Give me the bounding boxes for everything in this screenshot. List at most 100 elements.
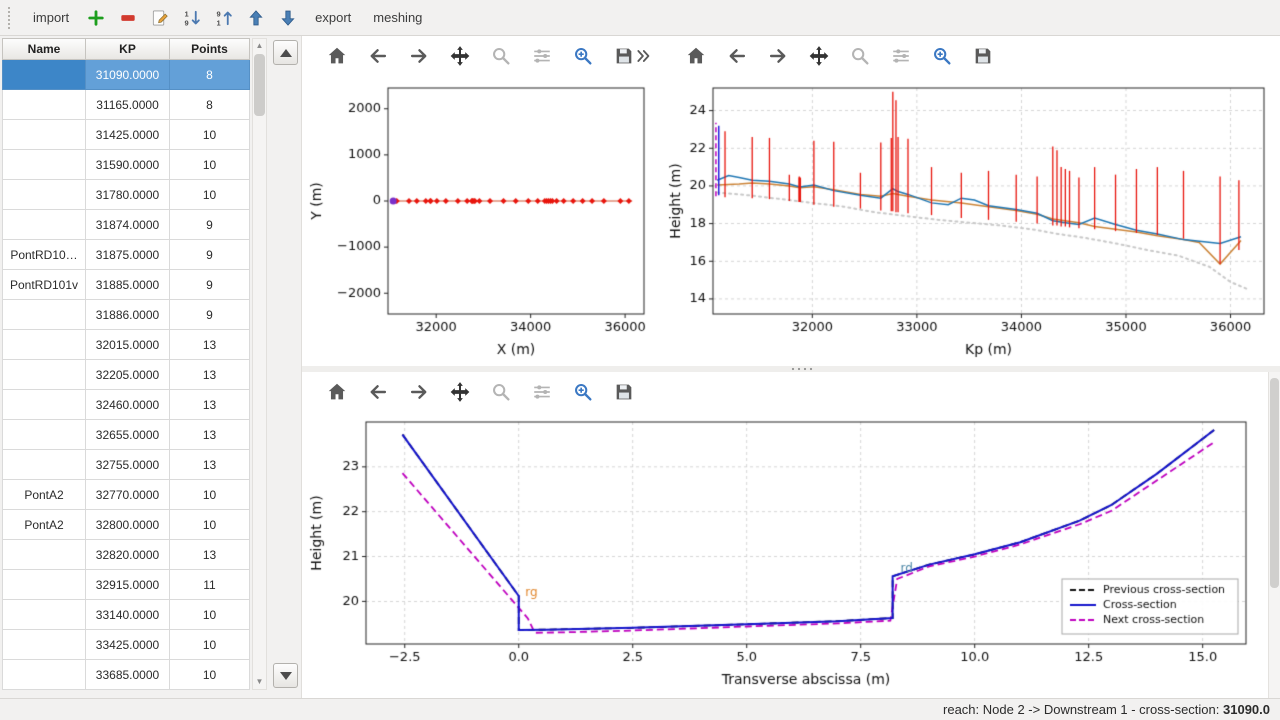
back-button[interactable] — [365, 379, 391, 405]
table-row[interactable]: 32205.000013 — [2, 360, 250, 390]
forward-button[interactable] — [406, 379, 432, 405]
cell-name[interactable] — [2, 330, 86, 360]
cell-points[interactable]: 10 — [170, 150, 250, 180]
table-row[interactable]: 31425.000010 — [2, 120, 250, 150]
customize-button[interactable] — [929, 43, 955, 69]
table-row[interactable]: PontA232770.000010 — [2, 480, 250, 510]
cell-name[interactable] — [2, 210, 86, 240]
table-row[interactable]: 32915.000011 — [2, 570, 250, 600]
cell-kp[interactable]: 32820.0000 — [86, 540, 170, 570]
move-up-button[interactable] — [241, 4, 271, 32]
zoom-button[interactable] — [488, 379, 514, 405]
table-scrollbar[interactable]: ▲ ▼ — [252, 38, 267, 690]
cell-kp[interactable]: 31090.0000 — [86, 60, 170, 90]
cell-kp[interactable]: 31885.0000 — [86, 270, 170, 300]
table-row[interactable]: 33140.000010 — [2, 600, 250, 630]
cell-kp[interactable]: 32755.0000 — [86, 450, 170, 480]
table-row[interactable]: PontRD101v31885.00009 — [2, 270, 250, 300]
cell-name[interactable] — [2, 90, 86, 120]
menu-export[interactable]: export — [305, 5, 361, 30]
save-button[interactable] — [611, 379, 637, 405]
cell-kp[interactable]: 32460.0000 — [86, 390, 170, 420]
pan-button[interactable] — [447, 379, 473, 405]
cell-points[interactable]: 10 — [170, 510, 250, 540]
forward-button[interactable] — [765, 43, 791, 69]
scrollbar-thumb[interactable] — [1270, 378, 1279, 588]
cell-points[interactable]: 11 — [170, 570, 250, 600]
cell-points[interactable]: 9 — [170, 270, 250, 300]
cross-section-plot[interactable] — [304, 412, 1264, 696]
cell-points[interactable]: 10 — [170, 660, 250, 690]
cell-points[interactable]: 10 — [170, 180, 250, 210]
cell-points[interactable]: 13 — [170, 390, 250, 420]
back-button[interactable] — [365, 43, 391, 69]
edit-cross-section-button[interactable] — [145, 4, 175, 32]
back-button[interactable] — [724, 43, 750, 69]
scroll-up-button[interactable]: ▲ — [253, 39, 266, 53]
cell-points[interactable]: 9 — [170, 240, 250, 270]
next-cross-section-button[interactable] — [273, 663, 298, 688]
toolbar-overflow-button[interactable] — [629, 43, 655, 69]
menu-import[interactable]: import — [23, 5, 79, 30]
toolbar-grip[interactable] — [8, 7, 13, 29]
cell-kp[interactable]: 32770.0000 — [86, 480, 170, 510]
pan-button[interactable] — [447, 43, 473, 69]
cell-name[interactable] — [2, 450, 86, 480]
plan-view-plot[interactable] — [304, 76, 656, 364]
table-row[interactable]: 32015.000013 — [2, 330, 250, 360]
profile-plot[interactable] — [663, 76, 1278, 364]
cell-points[interactable]: 13 — [170, 540, 250, 570]
table-row[interactable]: PontA232800.000010 — [2, 510, 250, 540]
cell-points[interactable]: 13 — [170, 450, 250, 480]
cell-points[interactable]: 9 — [170, 210, 250, 240]
table-row[interactable]: 33685.000010 — [2, 660, 250, 690]
table-row[interactable]: 32460.000013 — [2, 390, 250, 420]
subplots-button[interactable] — [888, 43, 914, 69]
table-row[interactable]: 32655.000013 — [2, 420, 250, 450]
cell-kp[interactable]: 32015.0000 — [86, 330, 170, 360]
cell-name[interactable] — [2, 660, 86, 690]
cell-kp[interactable]: 31165.0000 — [86, 90, 170, 120]
zoom-button[interactable] — [847, 43, 873, 69]
cell-name[interactable] — [2, 540, 86, 570]
table-row[interactable]: PontRD10…31875.00009 — [2, 240, 250, 270]
cell-points[interactable]: 10 — [170, 600, 250, 630]
forward-button[interactable] — [406, 43, 432, 69]
table-row[interactable]: 31874.00009 — [2, 210, 250, 240]
cell-kp[interactable]: 31780.0000 — [86, 180, 170, 210]
move-down-button[interactable] — [273, 4, 303, 32]
home-button[interactable] — [683, 43, 709, 69]
cell-points[interactable]: 13 — [170, 330, 250, 360]
cell-kp[interactable]: 32205.0000 — [86, 360, 170, 390]
table-row[interactable]: 32820.000013 — [2, 540, 250, 570]
remove-cross-section-button[interactable] — [113, 4, 143, 32]
column-header-points[interactable]: Points — [170, 38, 250, 60]
table-row[interactable]: 31165.00008 — [2, 90, 250, 120]
cell-points[interactable]: 13 — [170, 360, 250, 390]
cell-kp[interactable]: 33425.0000 — [86, 630, 170, 660]
customize-button[interactable] — [570, 379, 596, 405]
column-header-name[interactable]: Name — [2, 38, 86, 60]
cell-kp[interactable]: 33140.0000 — [86, 600, 170, 630]
pan-button[interactable] — [806, 43, 832, 69]
cell-kp[interactable]: 32800.0000 — [86, 510, 170, 540]
cell-name[interactable] — [2, 300, 86, 330]
cell-kp[interactable]: 31875.0000 — [86, 240, 170, 270]
save-button[interactable] — [970, 43, 996, 69]
subplots-button[interactable] — [529, 379, 555, 405]
cell-kp[interactable]: 32655.0000 — [86, 420, 170, 450]
cell-kp[interactable]: 32915.0000 — [86, 570, 170, 600]
previous-cross-section-button[interactable] — [273, 40, 298, 65]
cell-name[interactable] — [2, 180, 86, 210]
cell-points[interactable]: 8 — [170, 90, 250, 120]
subplots-button[interactable] — [529, 43, 555, 69]
table-row[interactable]: 32755.000013 — [2, 450, 250, 480]
scroll-down-button[interactable]: ▼ — [253, 675, 266, 689]
table-row[interactable]: 31090.00008 — [2, 60, 250, 90]
cell-points[interactable]: 9 — [170, 300, 250, 330]
sort-ascending-button[interactable] — [177, 4, 207, 32]
cell-kp[interactable]: 33685.0000 — [86, 660, 170, 690]
cell-kp[interactable]: 31886.0000 — [86, 300, 170, 330]
zoom-button[interactable] — [488, 43, 514, 69]
cell-kp[interactable]: 31425.0000 — [86, 120, 170, 150]
